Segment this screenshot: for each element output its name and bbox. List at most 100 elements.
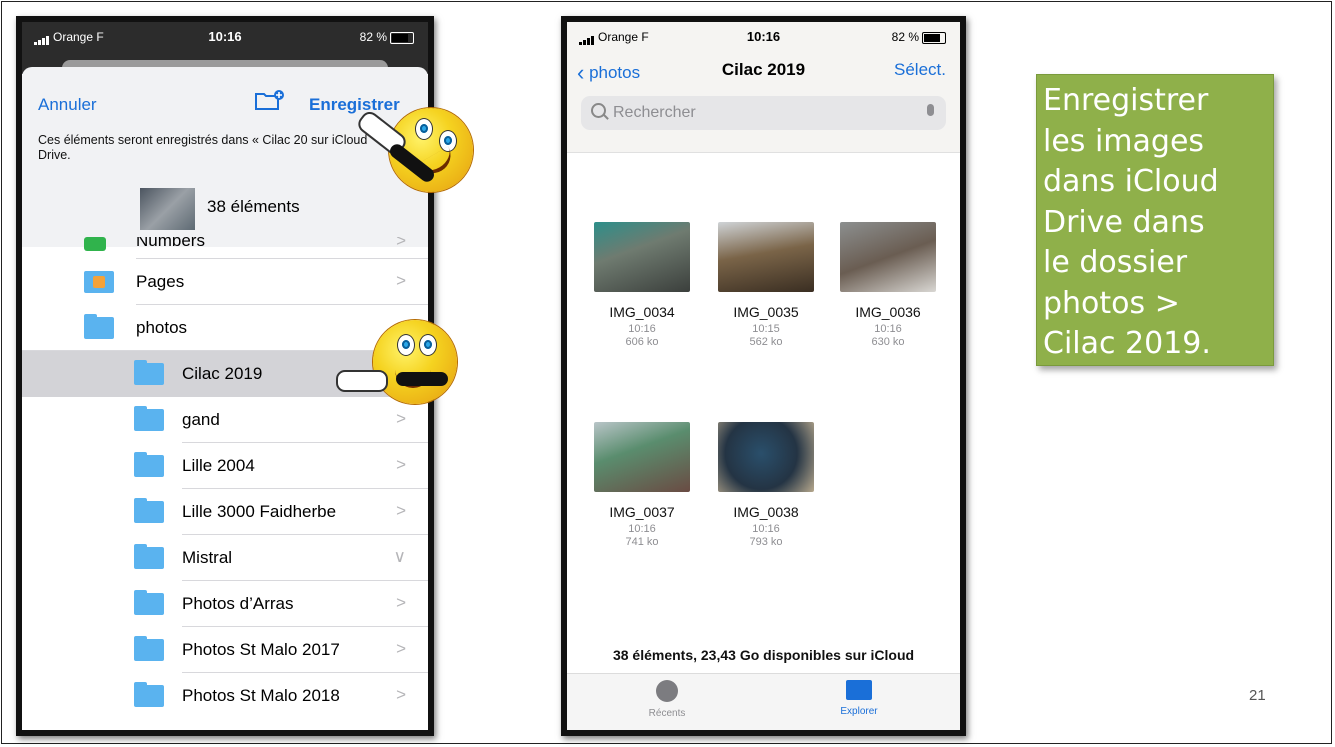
folder-icon	[134, 360, 164, 385]
cancel-button[interactable]: Annuler	[38, 95, 97, 115]
save-button[interactable]: Enregistrer	[309, 95, 400, 115]
file-name: IMG_0036	[855, 304, 921, 320]
save-info-text: Ces éléments seront enregistrés dans « C…	[38, 133, 368, 162]
file-time: 10:15	[752, 323, 780, 335]
folder-label: Cilac 2019	[182, 364, 263, 383]
instruction-text: Enregistrer les images dans iCloud Drive…	[1043, 83, 1219, 361]
select-button[interactable]: Sélect.	[894, 60, 946, 80]
smiley-eye	[415, 118, 433, 140]
folder-row-st-malo-2017[interactable]: Photos St Malo 2017 >	[22, 627, 428, 673]
file-thumbnail	[840, 222, 936, 292]
smiley-eye	[419, 334, 437, 356]
folder-label: Numbers	[136, 237, 205, 250]
top-bar: Orange F 10:16 82 % ‹ photos Cilac 2019 …	[567, 22, 960, 153]
chevron-right-icon: >	[396, 685, 406, 704]
folder-label: gand	[182, 410, 220, 429]
tab-label: Récents	[648, 708, 686, 719]
slide-number: 21	[1249, 687, 1266, 704]
folder-row-photos[interactable]: photos >	[22, 305, 428, 351]
folder-row-st-malo-2018[interactable]: Photos St Malo 2018 >	[22, 673, 428, 719]
search-icon	[591, 103, 606, 118]
chevron-right-icon: >	[396, 639, 406, 658]
pointing-hand-icon	[336, 370, 388, 392]
file-time: 10:16	[874, 323, 902, 335]
file-time: 10:16	[752, 523, 780, 535]
smiley-eye	[397, 334, 415, 356]
chevron-right-icon: >	[396, 237, 406, 250]
numbers-app-icon	[84, 237, 106, 251]
file-thumbnail	[718, 422, 814, 492]
file-name: IMG_0037	[609, 504, 675, 520]
battery-icon	[922, 31, 946, 44]
file-name: IMG_0035	[733, 304, 799, 320]
folder-label: Lille 2004	[182, 456, 255, 475]
file-item[interactable]: IMG_0037 10:16 741 ko	[587, 422, 697, 549]
items-thumbnail	[140, 188, 195, 230]
folder-icon	[134, 498, 164, 523]
folder-row-lille-2004[interactable]: Lille 2004 >	[22, 443, 428, 489]
sleeve	[396, 372, 448, 386]
save-sheet: Annuler Enregistrer Ces éléments seront …	[22, 67, 428, 247]
folder-row-mistral[interactable]: Mistral ∨	[22, 535, 428, 581]
chevron-right-icon: >	[396, 593, 406, 612]
folder-icon	[134, 682, 164, 707]
file-name: IMG_0038	[733, 504, 799, 520]
folder-label: Mistral	[182, 548, 233, 567]
file-size: 606 ko	[625, 336, 659, 348]
folder-icon	[134, 636, 164, 661]
battery-label: 82 %	[359, 30, 387, 44]
tab-recents[interactable]: Récents	[607, 680, 727, 719]
chevron-down-icon: ∨	[393, 547, 406, 566]
tab-explorer[interactable]: Explorer	[799, 680, 919, 717]
search-field[interactable]: Rechercher	[581, 96, 946, 130]
file-size: 741 ko	[625, 536, 659, 548]
folder-row-photos-arras[interactable]: Photos d’Arras >	[22, 581, 428, 627]
battery: 82 %	[892, 30, 946, 44]
file-item[interactable]: IMG_0036 10:16 630 ko	[833, 222, 943, 349]
search-placeholder: Rechercher	[613, 104, 696, 121]
file-size: 793 ko	[749, 536, 783, 548]
folder-label: Photos St Malo 2017	[182, 640, 340, 659]
file-item[interactable]: IMG_0035 10:15 562 ko	[711, 222, 821, 349]
folder-row-numbers[interactable]: Numbers >	[22, 237, 428, 259]
file-item[interactable]: IMG_0034 10:16 606 ko	[587, 222, 697, 349]
status-bar-overlay: Orange F 10:16 82 %	[22, 22, 428, 52]
file-thumbnail	[718, 222, 814, 292]
file-item[interactable]: IMG_0038 10:16 793 ko	[711, 422, 821, 549]
status-bar: Orange F 10:16 82 %	[567, 22, 960, 52]
file-thumbnail	[594, 222, 690, 292]
folder-row-pages[interactable]: Pages >	[22, 259, 428, 305]
chevron-right-icon: >	[396, 455, 406, 474]
folder-icon	[134, 406, 164, 431]
tab-bar: Récents Explorer	[567, 673, 960, 730]
battery-label: 82 %	[891, 30, 919, 44]
battery: 82 %	[360, 30, 414, 44]
microphone-icon[interactable]	[927, 104, 934, 116]
phone2-screen: Orange F 10:16 82 % ‹ photos Cilac 2019 …	[567, 22, 960, 730]
new-folder-icon[interactable]	[254, 89, 284, 117]
folder-label: Photos d’Arras	[182, 594, 294, 613]
folder-icon	[134, 544, 164, 569]
folder-icon	[134, 452, 164, 477]
folder-label: Lille 3000 Faidherbe	[182, 502, 337, 521]
folder-row-lille-3000[interactable]: Lille 3000 Faidherbe >	[22, 489, 428, 535]
folder-label: photos	[136, 318, 188, 337]
folder-label: Photos St Malo 2018	[182, 686, 340, 705]
chevron-right-icon: >	[396, 501, 406, 520]
instruction-callout: Enregistrer les images dans iCloud Drive…	[1036, 74, 1274, 366]
folder-icon	[84, 314, 114, 339]
folder-label: Pages	[136, 272, 185, 291]
file-thumbnail	[594, 422, 690, 492]
folder-row-gand[interactable]: gand >	[22, 397, 428, 443]
chevron-right-icon: >	[396, 409, 406, 428]
file-time: 10:16	[628, 523, 656, 535]
file-size: 630 ko	[871, 336, 905, 348]
phone-cilac-folder: Orange F 10:16 82 % ‹ photos Cilac 2019 …	[561, 16, 966, 736]
file-time: 10:16	[628, 323, 656, 335]
file-size: 562 ko	[749, 336, 783, 348]
storage-info: 38 éléments, 23,43 Go disponibles sur iC…	[612, 647, 915, 663]
smiley-pointer-icon	[373, 320, 457, 404]
clock-icon	[656, 680, 678, 702]
file-name: IMG_0034	[609, 304, 675, 320]
items-count: 38 éléments	[207, 197, 300, 216]
